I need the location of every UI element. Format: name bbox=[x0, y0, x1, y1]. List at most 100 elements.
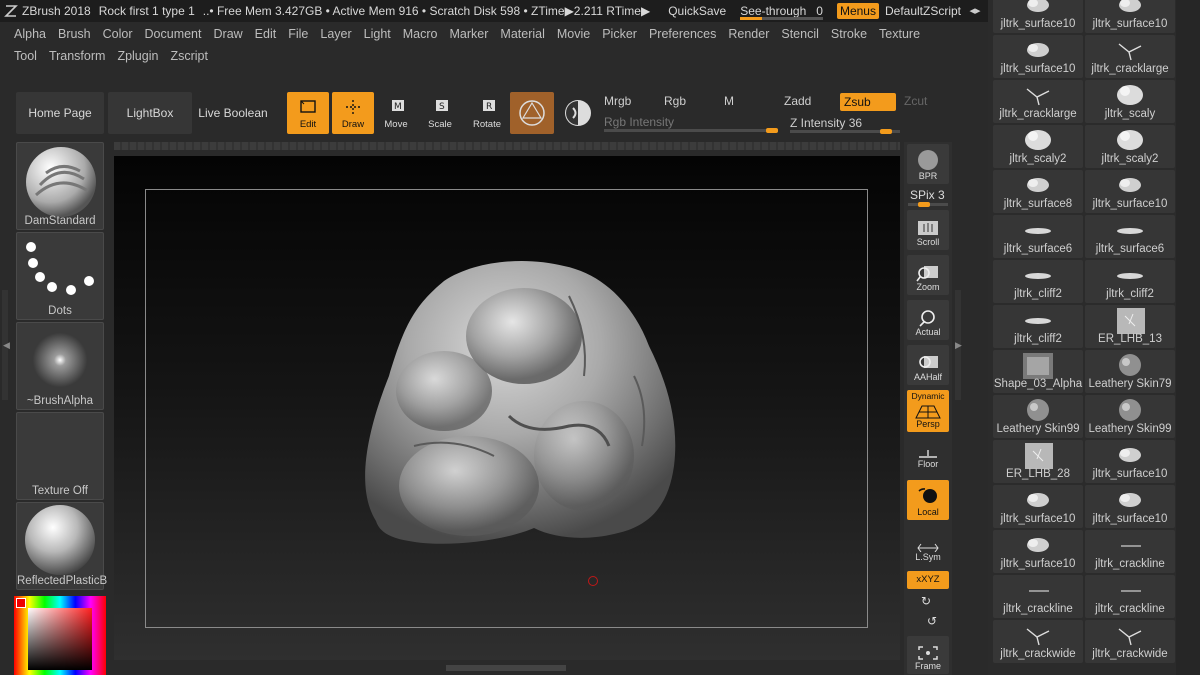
see-through-slider[interactable]: See-through 0 bbox=[740, 4, 823, 20]
alpha-thumbnail[interactable]: jltrk_surface10 bbox=[993, 35, 1083, 78]
menu-file[interactable]: File bbox=[288, 27, 308, 41]
alpha-thumbnail[interactable]: jltrk_cliff2 bbox=[1085, 260, 1175, 303]
menu-stroke[interactable]: Stroke bbox=[831, 27, 867, 41]
menu-color[interactable]: Color bbox=[103, 27, 133, 41]
menu-transform[interactable]: Transform bbox=[49, 49, 106, 63]
menu-tool[interactable]: Tool bbox=[14, 49, 37, 63]
default-zscript-button[interactable]: DefaultZScript bbox=[885, 4, 961, 18]
alpha-thumbnail[interactable]: Leathery Skin99 bbox=[1085, 395, 1175, 438]
lsym-button[interactable]: L.Sym bbox=[907, 525, 949, 565]
alpha-thumbnail[interactable]: jltrk_scaly2 bbox=[1085, 125, 1175, 168]
bpr-button[interactable]: BPR bbox=[907, 144, 949, 184]
lightbox-button[interactable]: LightBox bbox=[108, 92, 192, 134]
menu-picker[interactable]: Picker bbox=[602, 27, 637, 41]
menu-brush[interactable]: Brush bbox=[58, 27, 91, 41]
alpha-thumbnail[interactable]: jltrk_surface10 bbox=[993, 530, 1083, 573]
actual-size-button[interactable]: Actual bbox=[907, 300, 949, 340]
alpha-thumbnail[interactable]: jltrk_surface6 bbox=[1085, 215, 1175, 258]
edit-mode-button[interactable]: Edit bbox=[287, 92, 329, 134]
z-intensity-slider[interactable] bbox=[790, 129, 900, 134]
alpha-thumbnail[interactable]: jltrk_crackwide bbox=[1085, 620, 1175, 663]
main-color-swatch[interactable] bbox=[16, 598, 26, 608]
menu-layer[interactable]: Layer bbox=[320, 27, 351, 41]
alpha-thumbnail[interactable]: jltrk_surface10 bbox=[1085, 440, 1175, 483]
quicksave-button[interactable]: QuickSave bbox=[668, 4, 726, 18]
palette-toggle-icon[interactable]: ◂▸ bbox=[967, 4, 983, 18]
alpha-thumbnail[interactable]: jltrk_crackwide bbox=[993, 620, 1083, 663]
alpha-thumbnail[interactable]: jltrk_surface10 bbox=[1085, 485, 1175, 528]
alpha-thumbnail[interactable]: Shape_03_Alpha bbox=[993, 350, 1083, 393]
menu-light[interactable]: Light bbox=[364, 27, 391, 41]
move-mode-button[interactable]: M Move bbox=[375, 92, 417, 134]
floor-button[interactable]: Floor bbox=[907, 438, 949, 472]
texture-slot[interactable]: Texture Off bbox=[16, 412, 104, 500]
menu-movie[interactable]: Movie bbox=[557, 27, 590, 41]
alpha-thumbnail[interactable]: jltrk_scaly2 bbox=[993, 125, 1083, 168]
alpha-thumbnail[interactable]: jltrk_surface10 bbox=[993, 0, 1083, 33]
menu-material[interactable]: Material bbox=[500, 27, 544, 41]
menu-zscript[interactable]: Zscript bbox=[170, 49, 208, 63]
menu-draw[interactable]: Draw bbox=[214, 27, 243, 41]
menu-marker[interactable]: Marker bbox=[450, 27, 489, 41]
local-button[interactable]: Local bbox=[907, 480, 949, 520]
alpha-thumbnail[interactable]: Leathery Skin99 bbox=[993, 395, 1083, 438]
aahalf-button[interactable]: AAHalf bbox=[907, 345, 949, 385]
zcut-button[interactable]: Zcut bbox=[904, 94, 927, 108]
color-picker[interactable] bbox=[14, 596, 106, 675]
alpha-thumbnail[interactable]: jltrk_crackline bbox=[1085, 530, 1175, 573]
alpha-thumbnail[interactable]: jltrk_cliff2 bbox=[993, 305, 1083, 348]
right-tray-scrollbar[interactable] bbox=[1176, 0, 1200, 675]
alpha-thumbnail[interactable]: ER_LHB_13 bbox=[1085, 305, 1175, 348]
menu-alpha[interactable]: Alpha bbox=[14, 27, 46, 41]
alpha-thumbnail[interactable]: Leathery Skin79 bbox=[1085, 350, 1175, 393]
menu-zplugin[interactable]: Zplugin bbox=[117, 49, 158, 63]
stroke-slot[interactable]: Dots bbox=[16, 232, 104, 320]
menu-edit[interactable]: Edit bbox=[255, 27, 277, 41]
mrgb-button[interactable]: Mrgb bbox=[604, 94, 631, 108]
m-button[interactable]: M bbox=[724, 94, 734, 108]
alpha-thumbnail[interactable]: jltrk_crackline bbox=[1085, 575, 1175, 618]
alpha-thumbnail[interactable]: jltrk_cliff2 bbox=[993, 260, 1083, 303]
menu-preferences[interactable]: Preferences bbox=[649, 27, 716, 41]
rotate-y-icon[interactable]: ↻ bbox=[921, 594, 931, 608]
menu-macro[interactable]: Macro bbox=[403, 27, 438, 41]
live-boolean-button[interactable]: Live Boolean bbox=[196, 92, 270, 134]
alpha-thumbnail[interactable]: jltrk_cracklarge bbox=[1085, 35, 1175, 78]
rotate-mode-button[interactable]: R Rotate bbox=[466, 92, 508, 134]
right-collapse-arrow-icon[interactable]: ▶ bbox=[955, 340, 962, 351]
perspective-button[interactable]: Dynamic Persp bbox=[907, 390, 949, 432]
gyro-button[interactable] bbox=[558, 92, 598, 134]
alpha-thumbnail[interactable]: ER_LHB_28 bbox=[993, 440, 1083, 483]
document-canvas[interactable] bbox=[114, 156, 900, 660]
alpha-thumbnail[interactable]: jltrk_surface10 bbox=[1085, 0, 1175, 33]
menu-document[interactable]: Document bbox=[145, 27, 202, 41]
saturation-value-square[interactable] bbox=[28, 608, 92, 670]
menu-render[interactable]: Render bbox=[728, 27, 769, 41]
spix-slider[interactable] bbox=[908, 202, 948, 207]
draw-mode-button[interactable]: Draw bbox=[332, 92, 374, 134]
zsub-button[interactable]: Zsub bbox=[840, 93, 896, 111]
material-slot[interactable]: ReflectedPlasticB bbox=[16, 502, 107, 590]
zadd-button[interactable]: Zadd bbox=[784, 94, 811, 108]
rgb-button[interactable]: Rgb bbox=[664, 94, 686, 108]
alpha-thumbnail[interactable]: jltrk_scaly bbox=[1085, 80, 1175, 123]
rock-sculpt-model[interactable] bbox=[114, 156, 900, 660]
frame-button[interactable]: Frame bbox=[907, 636, 949, 674]
alpha-thumbnail[interactable]: jltrk_cracklarge bbox=[993, 80, 1083, 123]
alpha-thumbnail[interactable]: jltrk_surface6 bbox=[993, 215, 1083, 258]
canvas-bottom-handle[interactable] bbox=[446, 665, 566, 671]
rotate-z-icon[interactable]: ↺ bbox=[927, 614, 937, 628]
spix-control[interactable]: SPix 3 bbox=[910, 188, 945, 202]
home-page-button[interactable]: Home Page bbox=[16, 92, 104, 134]
xyz-button[interactable]: xXYZ bbox=[907, 571, 949, 589]
brush-slot[interactable]: DamStandard bbox=[16, 142, 104, 230]
menu-stencil[interactable]: Stencil bbox=[781, 27, 819, 41]
menu-texture[interactable]: Texture bbox=[879, 27, 920, 41]
material-sphere-button[interactable] bbox=[510, 92, 554, 134]
alpha-thumbnail[interactable]: jltrk_surface10 bbox=[1085, 170, 1175, 213]
scale-mode-button[interactable]: S Scale bbox=[419, 92, 461, 134]
alpha-thumbnail[interactable]: jltrk_surface8 bbox=[993, 170, 1083, 213]
rgb-intensity-slider[interactable] bbox=[604, 128, 778, 133]
alpha-thumbnail[interactable]: jltrk_crackline bbox=[993, 575, 1083, 618]
zoom-button[interactable]: Zoom bbox=[907, 255, 949, 295]
